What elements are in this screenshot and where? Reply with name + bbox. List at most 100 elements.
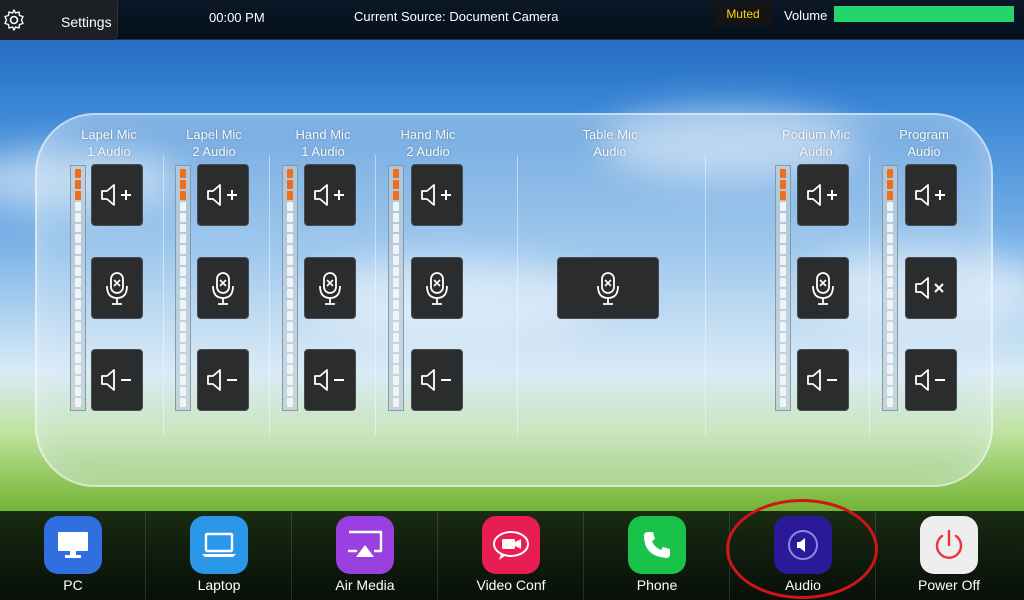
meter-segment	[287, 234, 293, 244]
volume-down-button[interactable]	[197, 349, 249, 411]
meter-segment	[393, 234, 399, 244]
meter-segment	[393, 201, 399, 211]
mic-mute-button[interactable]	[197, 257, 249, 319]
dock-label: Power Off	[918, 577, 980, 593]
volume-bar[interactable]	[834, 6, 1014, 22]
clock: 00:00 PM	[209, 10, 265, 25]
volume-up-icon	[101, 184, 131, 206]
meter-segment	[180, 321, 186, 331]
channel-label-podium-mic: Podium Mic Audio	[782, 127, 850, 159]
channel-label-lapel-mic-1: Lapel Mic 1 Audio	[81, 127, 137, 159]
mic-mute-button[interactable]	[91, 257, 143, 319]
dock-item-laptop[interactable]: Laptop	[146, 511, 292, 600]
phone-icon	[628, 516, 686, 574]
volume-down-button[interactable]	[411, 349, 463, 411]
volume-up-icon	[421, 184, 451, 206]
mic-mute-icon	[319, 272, 341, 305]
meter-segment	[75, 343, 81, 353]
muted-badge[interactable]: Muted	[714, 2, 772, 26]
mic-mute-button[interactable]	[411, 257, 463, 319]
meter-segment	[287, 223, 293, 233]
meter-segment	[887, 169, 893, 178]
meter-segment	[887, 245, 893, 255]
meter-segment	[393, 376, 399, 386]
meter-segment	[287, 201, 293, 211]
meter-segment	[393, 343, 399, 353]
table-mic-mute-button[interactable]	[557, 257, 659, 319]
meter-segment	[393, 288, 399, 298]
meter-segment	[180, 332, 186, 342]
volume-down-button[interactable]	[905, 349, 957, 411]
meter-segment	[393, 387, 399, 397]
meter-segment	[180, 169, 186, 178]
meter-segment	[393, 267, 399, 277]
meter-segment	[287, 267, 293, 277]
volume-up-button[interactable]	[905, 164, 957, 226]
meter-segment	[393, 398, 399, 407]
meter-segment	[287, 212, 293, 222]
mic-mute-button[interactable]	[304, 257, 356, 319]
meter-segment	[887, 343, 893, 353]
meter-segment	[180, 212, 186, 222]
settings-button[interactable]: Settings	[0, 0, 118, 40]
volume-down-button[interactable]	[91, 349, 143, 411]
column-divider	[705, 155, 706, 435]
meter-segment	[887, 332, 893, 342]
volume-up-button[interactable]	[197, 164, 249, 226]
meter-segment	[393, 321, 399, 331]
dock-label: Laptop	[197, 577, 241, 593]
video-camera-icon	[482, 516, 540, 574]
meter-segment	[287, 332, 293, 342]
meter-segment	[393, 212, 399, 222]
meter-segment	[287, 299, 293, 309]
meter-segment	[180, 245, 186, 255]
meter-segment	[287, 288, 293, 298]
meter-segment	[780, 310, 786, 320]
meter-segment	[180, 354, 186, 364]
meter-segment	[180, 201, 186, 211]
meter-segment	[180, 376, 186, 386]
dock-item-air-media[interactable]: Air Media	[292, 511, 438, 600]
volume-up-button[interactable]	[797, 164, 849, 226]
column-divider	[269, 155, 270, 435]
volume-down-icon	[314, 369, 344, 391]
meter-segment	[287, 245, 293, 255]
speaker-mute-button[interactable]	[905, 257, 957, 319]
meter-segment	[287, 365, 293, 375]
meter-segment	[780, 267, 786, 277]
level-meter-program-audio	[882, 165, 898, 411]
volume-down-button[interactable]	[304, 349, 356, 411]
meter-segment	[75, 201, 81, 211]
volume-up-button[interactable]	[304, 164, 356, 226]
meter-segment	[780, 169, 786, 178]
meter-segment	[887, 398, 893, 407]
meter-segment	[780, 332, 786, 342]
meter-segment	[180, 299, 186, 309]
meter-segment	[393, 245, 399, 255]
meter-segment	[393, 169, 399, 178]
meter-segment	[75, 278, 81, 287]
meter-segment	[75, 354, 81, 364]
meter-segment	[180, 179, 186, 189]
volume-up-button[interactable]	[411, 164, 463, 226]
meter-segment	[887, 299, 893, 309]
meter-segment	[75, 223, 81, 233]
meter-segment	[887, 179, 893, 189]
channel-label-table-mic: Table Mic Audio	[582, 127, 638, 159]
volume-down-button[interactable]	[797, 349, 849, 411]
volume-up-button[interactable]	[91, 164, 143, 226]
volume-down-icon	[101, 369, 131, 391]
meter-segment	[393, 256, 399, 266]
mic-mute-button[interactable]	[797, 257, 849, 319]
monitor-icon	[44, 516, 102, 574]
meter-segment	[887, 278, 893, 287]
mic-mute-icon	[212, 272, 234, 305]
dock-item-video-conf[interactable]: Video Conf	[438, 511, 584, 600]
meter-segment	[180, 278, 186, 287]
meter-segment	[780, 299, 786, 309]
dock-item-pc[interactable]: PC	[0, 511, 146, 600]
dock-item-power-off[interactable]: Power Off	[876, 511, 1022, 600]
dock-item-phone[interactable]: Phone	[584, 511, 730, 600]
meter-segment	[180, 398, 186, 407]
volume-up-icon	[915, 184, 945, 206]
